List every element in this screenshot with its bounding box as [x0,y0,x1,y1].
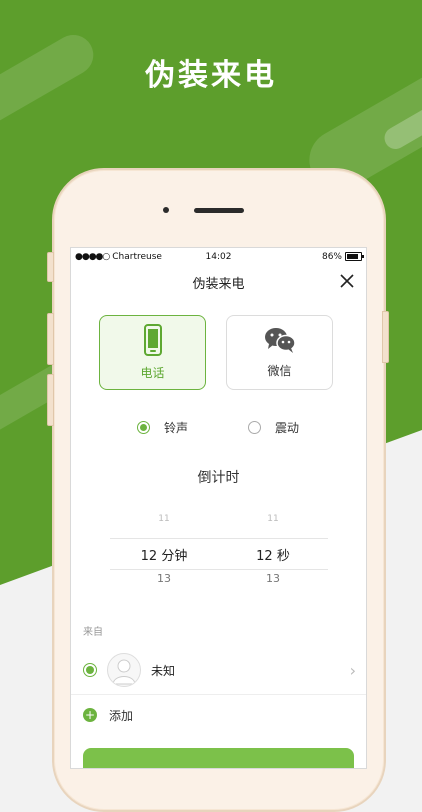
earpiece-speaker [194,208,244,213]
volume-down-button [47,374,54,426]
call-type-selector: 电话 微信 [71,315,366,390]
call-type-label: 微信 [267,364,292,378]
start-button[interactable] [83,748,354,768]
add-contact-button[interactable]: + 添加 [71,695,366,735]
add-label: 添加 [109,708,134,723]
volume-up-button [47,313,54,365]
vibrate-radio[interactable]: 震动 [248,419,299,436]
chevron-right-icon: › [349,660,356,680]
person-icon [112,659,136,685]
seconds-next: 13 [266,572,280,585]
ringtone-radio[interactable]: 铃声 [137,419,188,436]
avatar [107,653,141,687]
page-title: 伪装来电 [192,276,245,292]
close-icon[interactable] [338,272,356,290]
contact-name: 未知 [151,663,176,678]
radio-selected-icon [137,421,150,434]
status-bar: ●●●●○ Chartreuse 14:02 86% [71,248,366,265]
battery-icon [345,252,364,261]
minutes-next: 13 [157,572,171,585]
phone-icon [143,324,162,356]
minutes-selected[interactable]: 12 分钟 [110,545,219,564]
countdown-title: 倒计时 [197,470,240,486]
nav-bar: 伪装来电 [71,269,366,295]
call-type-wechat[interactable]: 微信 [226,315,333,390]
plus-icon: + [83,708,97,722]
radio-unselected-icon [248,421,262,434]
contact-row[interactable]: 未知 › [71,646,366,695]
front-camera [163,207,169,213]
wechat-icon [264,328,296,353]
silent-switch [47,252,54,282]
app-screen: ●●●●○ Chartreuse 14:02 86% 伪装来电 电话 微信 铃声… [70,247,367,769]
power-button [382,311,389,363]
radio-label: 震动 [275,421,300,435]
countdown-picker[interactable]: 11 11 12 分钟 12 秒 13 13 [109,514,328,604]
call-type-label: 电话 [140,366,165,380]
seconds-prev: 11 [267,514,279,524]
battery-percent: 86% [321,251,342,262]
headline-title: 伪装来电 [145,58,277,93]
seconds-selected[interactable]: 12 秒 [219,545,328,564]
radio-label: 铃声 [164,421,189,435]
minutes-prev: 11 [158,514,170,524]
call-type-phone[interactable]: 电话 [99,315,206,390]
from-section-label: 来自 [83,627,103,638]
alert-mode-options: 铃声 震动 [71,419,366,436]
signal-icon: ●●●●○ [75,251,110,262]
carrier-name: Chartreuse [112,251,162,262]
contact-selected-icon[interactable] [83,663,97,677]
